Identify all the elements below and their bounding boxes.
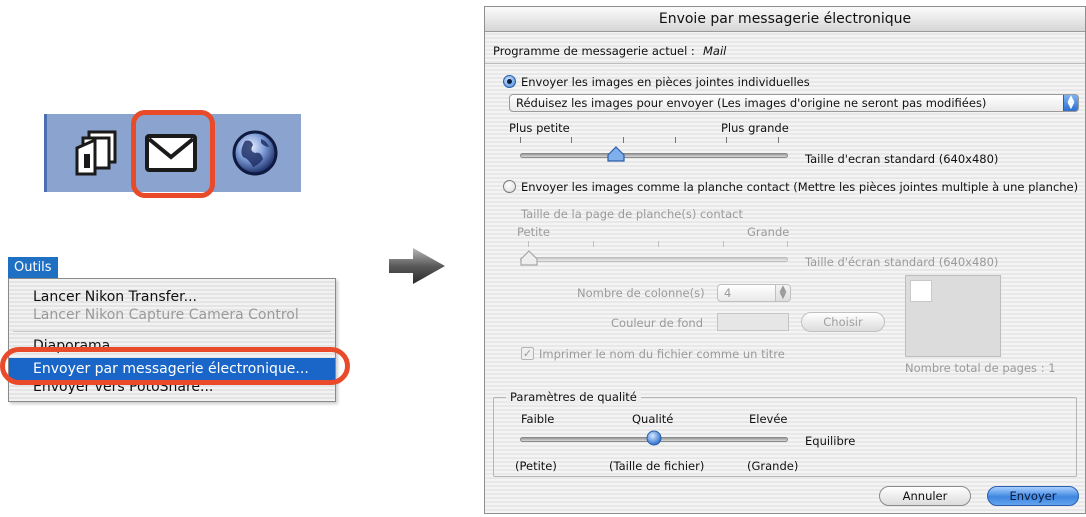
- menu-separator: [13, 331, 331, 332]
- send-button[interactable]: Envoyer: [987, 486, 1079, 506]
- columns-value: 4: [724, 286, 732, 300]
- menu-item-highlight: [0, 347, 350, 385]
- size-slider-thumb[interactable]: [607, 146, 625, 162]
- slider-tick: [723, 241, 724, 247]
- quality-large-label: (Grande): [747, 459, 799, 473]
- quality-group-title: Paramètres de qualité: [506, 390, 641, 404]
- slider-tick: [528, 241, 529, 247]
- columns-stepper[interactable]: 4 ▲ ▼: [717, 284, 791, 302]
- slider-tick: [571, 137, 572, 143]
- contact-size-title: Taille de la page de planche(s) contact: [521, 207, 743, 221]
- contact-size-slider-thumb[interactable]: [520, 250, 538, 266]
- divider: [485, 63, 1085, 64]
- radio-contact-label: Envoyer les images comme la planche cont…: [521, 180, 1079, 194]
- arrow-right-icon: [389, 248, 445, 284]
- print-filename-checkbox[interactable]: ✓: [521, 347, 534, 360]
- quality-small-label: (Petite): [515, 459, 557, 473]
- contact-size-min-label: Petite: [517, 225, 550, 239]
- copy-icon[interactable]: [66, 123, 128, 183]
- radio-individual-attachments[interactable]: [503, 75, 516, 88]
- total-pages-label: Nombre total de pages : 1: [905, 361, 1056, 375]
- size-slider-track[interactable]: [520, 153, 788, 158]
- cancel-button[interactable]: Annuler: [879, 486, 971, 506]
- slider-tick: [658, 241, 659, 247]
- bg-color-label: Couleur de fond: [611, 316, 703, 330]
- slider-tick: [520, 137, 521, 143]
- slider-tick: [726, 137, 727, 143]
- menu-item-launch-camera-control: Lancer Nikon Capture Camera Control: [33, 307, 299, 323]
- resize-popup-value: Réduisez les images pour envoyer (Les im…: [516, 96, 987, 110]
- choose-color-button[interactable]: Choisir: [801, 312, 885, 332]
- quality-mid-label: Qualité: [632, 412, 674, 426]
- contact-size-max-label: Grande: [747, 225, 790, 239]
- mail-program-value: Mail: [703, 44, 727, 58]
- mail-icon-highlight: [131, 110, 215, 198]
- stepper-arrows-icon: ▲ ▼: [775, 285, 790, 301]
- columns-label: Nombre de colonne(s): [577, 286, 705, 300]
- slider-tick: [778, 137, 779, 143]
- contact-size-value-label: Taille d'écran standard (640x480): [805, 255, 999, 269]
- email-dialog: Envoie par messagerie électronique Progr…: [484, 6, 1086, 514]
- slider-tick: [623, 137, 624, 143]
- mail-program-label: Programme de messagerie actuel :: [493, 44, 695, 58]
- print-filename-label: Imprimer le nom du fichier comme un titr…: [539, 347, 785, 361]
- size-max-label: Plus grande: [721, 121, 789, 135]
- toolbar-edge: [44, 114, 47, 192]
- quality-slider-thumb[interactable]: [646, 430, 662, 446]
- bg-color-swatch[interactable]: [717, 313, 789, 331]
- globe-icon[interactable]: [224, 123, 286, 183]
- contact-size-slider-track[interactable]: [520, 257, 788, 262]
- menu-title-outils[interactable]: Outils: [8, 257, 58, 279]
- slider-tick: [675, 137, 676, 143]
- dialog-title: Envoie par messagerie électronique: [485, 7, 1085, 32]
- slider-tick: [593, 241, 594, 247]
- quality-low-label: Faible: [521, 412, 555, 426]
- slider-tick: [787, 241, 788, 247]
- quality-high-label: Elevée: [749, 412, 788, 426]
- radio-individual-label: Envoyer les images en pièces jointes ind…: [521, 75, 810, 89]
- preview-page: [910, 280, 932, 302]
- size-value-label: Taille d'ecran standard (640x480): [805, 152, 999, 166]
- contact-sheet-preview: [905, 275, 1001, 357]
- quality-value-label: Equilibre: [805, 434, 856, 448]
- resize-popup[interactable]: Réduisez les images pour envoyer (Les im…: [509, 94, 1079, 112]
- popup-arrows-icon: ▲ ▼: [1063, 95, 1078, 111]
- size-min-label: Plus petite: [509, 121, 570, 135]
- radio-contact-sheet[interactable]: [503, 180, 516, 193]
- quality-filesize-label: (Taille de fichier): [609, 459, 705, 473]
